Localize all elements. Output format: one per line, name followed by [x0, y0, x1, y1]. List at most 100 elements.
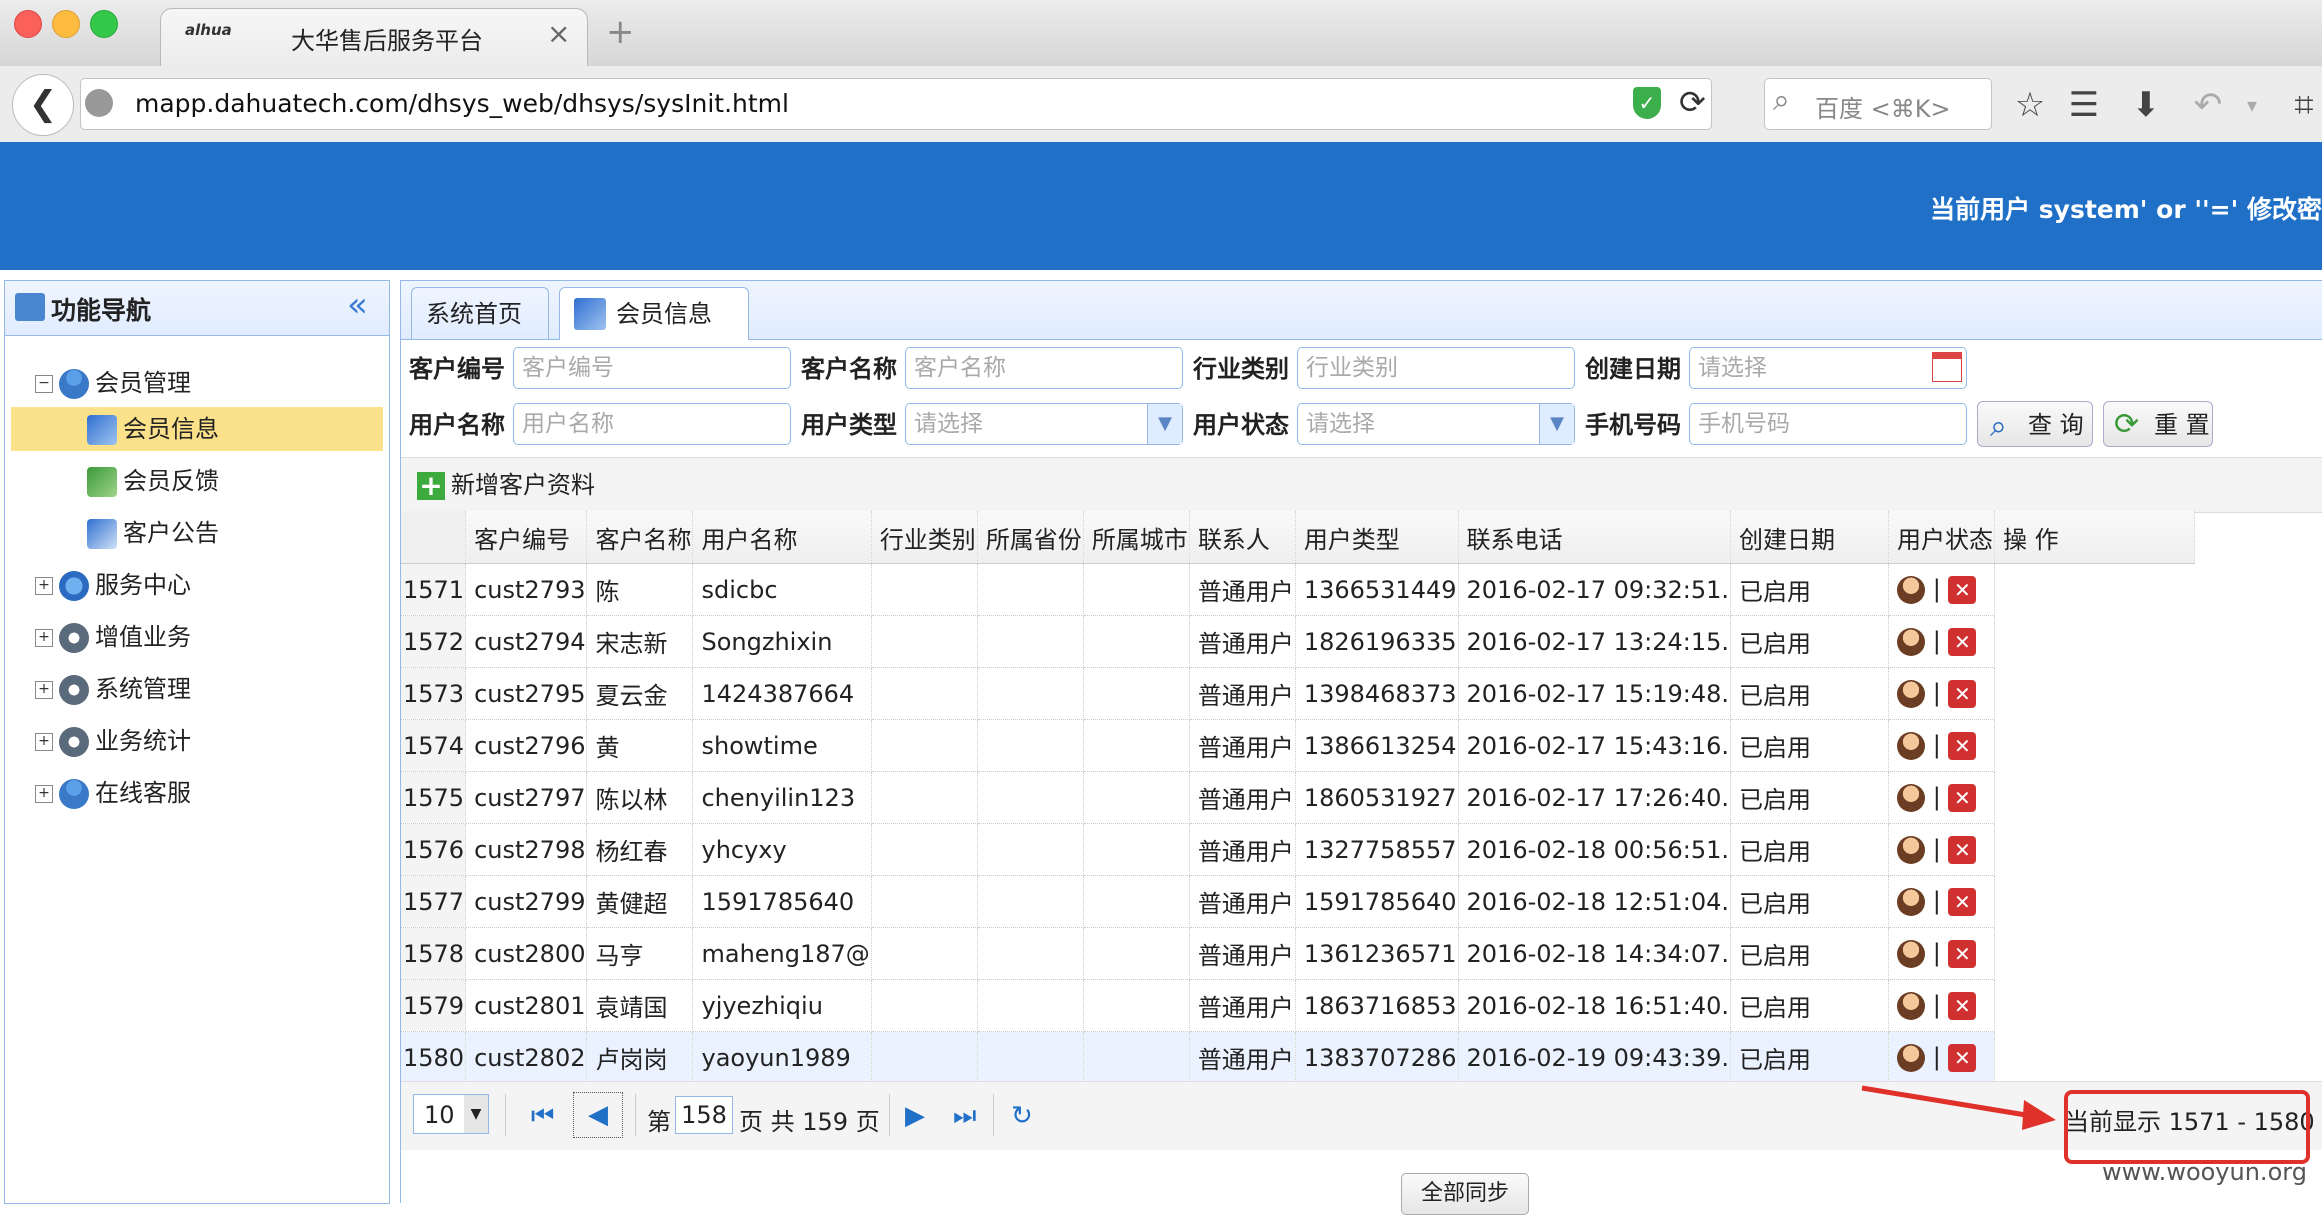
chevron-down-icon[interactable]: ▼	[1539, 404, 1574, 444]
crop-icon[interactable]: ⌗	[2282, 80, 2322, 130]
tab-home[interactable]: 系统首页	[411, 287, 549, 339]
table-row[interactable]: 1571 cust2793 陈 sdicbc 普通用户 1366531449 2016-02…	[401, 563, 2195, 616]
table-row[interactable]: 1572 cust2794 宋志新 Songzhixin 普通用户 1826196335 2…	[401, 615, 2195, 668]
user-status-select[interactable]: 请选择 ▼	[1297, 403, 1575, 445]
nav-item-member-feedback[interactable]: 会员反馈	[87, 459, 219, 503]
chevron-down-icon[interactable]: ▼	[1147, 404, 1182, 444]
delete-icon[interactable]: ✕	[1948, 732, 1977, 760]
nav-item-service-center[interactable]: + 服务中心	[35, 563, 191, 607]
table-row[interactable]: 1573 cust2795 夏云金 1424387664 普通用户 1398468373 2…	[401, 667, 2195, 720]
phone-input[interactable]: 手机号码	[1689, 403, 1967, 445]
delete-icon[interactable]: ✕	[1948, 992, 1977, 1020]
table-cell: 1398468373	[1295, 667, 1459, 720]
edit-user-icon[interactable]	[1897, 680, 1926, 708]
nav-item-member-management[interactable]: − 会员管理	[35, 361, 191, 405]
table-row[interactable]: 1575 cust2797 陈以林 chenyilin123 普通用户 186053192…	[401, 771, 2195, 824]
expand-icon[interactable]: +	[35, 785, 53, 803]
first-page-icon[interactable]: ⏮	[531, 1096, 554, 1136]
table-row[interactable]: 1574 cust2796 黄 showtime 普通用户 1386613254 2016-…	[401, 719, 2195, 772]
delete-icon[interactable]: ✕	[1948, 576, 1977, 604]
column-header[interactable]: 用户类型	[1295, 511, 1459, 564]
nav-item-customer-notice[interactable]: 客户公告	[87, 511, 219, 555]
edit-user-icon[interactable]	[1897, 836, 1926, 864]
user-type-select[interactable]: 请选择 ▼	[905, 403, 1183, 445]
column-header[interactable]: 行业类别	[871, 511, 978, 564]
sync-all-button[interactable]: 全部同步	[1401, 1173, 1529, 1215]
tab-label: 会员信息	[616, 300, 712, 328]
next-page-icon[interactable]: ▶	[905, 1096, 925, 1136]
delete-icon[interactable]: ✕	[1948, 888, 1977, 916]
expand-icon[interactable]: +	[35, 681, 53, 699]
delete-icon[interactable]: ✕	[1948, 940, 1977, 968]
column-header[interactable]: 客户编号	[465, 511, 588, 564]
customer-name-input[interactable]: 客户名称	[905, 347, 1183, 389]
last-page-icon[interactable]: ⏭	[953, 1096, 976, 1136]
table-row[interactable]: 1576 cust2798 杨红春 yhcyxy 普通用户 1327758557 2016-…	[401, 823, 2195, 876]
column-header[interactable]: 所属省份	[977, 511, 1084, 564]
nav-item-value-added[interactable]: + 增值业务	[35, 615, 191, 659]
edit-user-icon[interactable]	[1897, 784, 1926, 812]
edit-user-icon[interactable]	[1897, 940, 1926, 968]
calendar-icon[interactable]	[1932, 352, 1962, 382]
add-customer-button[interactable]: + 新增客户资料	[417, 466, 595, 504]
delete-icon[interactable]: ✕	[1948, 836, 1977, 864]
bookmark-star-icon[interactable]: ☆	[2008, 80, 2052, 130]
column-header[interactable]: 用户名称	[692, 511, 872, 564]
user-name-input[interactable]: 用户名称	[513, 403, 791, 445]
back-button[interactable]: ❮	[12, 74, 74, 136]
delete-icon[interactable]: ✕	[1948, 1044, 1977, 1072]
nav-item-member-info[interactable]: 会员信息	[11, 407, 383, 451]
maximize-window-button[interactable]	[90, 10, 118, 38]
reload-icon[interactable]: ⟳	[1679, 83, 1706, 121]
collapse-panel-icon[interactable]: «	[347, 285, 368, 325]
delete-icon[interactable]: ✕	[1948, 680, 1977, 708]
close-window-button[interactable]	[14, 10, 42, 38]
browser-tab[interactable]: alhua 大华售后服务平台 ×	[160, 8, 588, 67]
edit-user-icon[interactable]	[1897, 628, 1926, 656]
edit-user-icon[interactable]	[1897, 576, 1926, 604]
delete-icon[interactable]: ✕	[1948, 628, 1977, 656]
column-header[interactable]: 所属城市	[1083, 511, 1190, 564]
undo-icon[interactable]: ↶	[2186, 80, 2230, 130]
nav-item-business-stats[interactable]: + 业务统计	[35, 719, 191, 763]
reading-list-icon[interactable]: ☰	[2062, 80, 2106, 130]
table-row[interactable]: 1578 cust2800 马亨 maheng187@ 普通用户 1361236571 20…	[401, 927, 2195, 980]
column-header[interactable]: 用户状态	[1888, 511, 1996, 564]
prev-page-icon[interactable]: ◀	[573, 1092, 623, 1138]
url-bar[interactable]: mapp.dahuatech.com/dhsys_web/dhsys/sysIn…	[80, 78, 1712, 130]
edit-user-icon[interactable]	[1897, 732, 1926, 760]
download-icon[interactable]: ⬇	[2124, 80, 2168, 130]
column-header[interactable]: 联系人	[1189, 511, 1296, 564]
table-row[interactable]: 1579 cust2801 袁靖国 yjyezhiqiu 普通用户 1863716853 2…	[401, 979, 2195, 1032]
edit-user-icon[interactable]	[1897, 992, 1926, 1020]
reset-button[interactable]: ⟳ 重 置	[2103, 401, 2213, 447]
table-row[interactable]: 1577 cust2799 黄健超 1591785640 普通用户 1591785640 2…	[401, 875, 2195, 928]
current-page-input[interactable]: 158	[675, 1096, 733, 1134]
chevron-down-icon[interactable]: ▼	[464, 1095, 488, 1133]
column-header[interactable]: 联系电话	[1458, 511, 1732, 564]
industry-input[interactable]: 行业类别	[1297, 347, 1575, 389]
column-header[interactable]: 客户名称	[586, 511, 694, 564]
shield-check-icon[interactable]: ✓	[1633, 87, 1661, 119]
search-input[interactable]: ⌕ 百度 <⌘K>	[1764, 78, 1992, 130]
edit-user-icon[interactable]	[1897, 1044, 1926, 1072]
edit-user-icon[interactable]	[1897, 888, 1926, 916]
nav-item-online-service[interactable]: + 在线客服	[35, 771, 191, 815]
chevron-down-icon[interactable]: ▾	[2230, 80, 2274, 130]
expand-icon[interactable]: +	[35, 733, 53, 751]
delete-icon[interactable]: ✕	[1948, 784, 1977, 812]
minimize-window-button[interactable]	[52, 10, 80, 38]
new-tab-button[interactable]: +	[606, 12, 635, 52]
query-button[interactable]: ⌕ 查 询	[1977, 401, 2093, 447]
expand-icon[interactable]: +	[35, 629, 53, 647]
customer-no-input[interactable]: 客户编号	[513, 347, 791, 389]
expand-icon[interactable]: +	[35, 577, 53, 595]
tab-close-icon[interactable]: ×	[547, 17, 570, 50]
page-size-select[interactable]: 10 ▼	[413, 1094, 489, 1134]
tab-member-info[interactable]: 会员信息 ×	[559, 287, 749, 380]
collapse-icon[interactable]: −	[35, 375, 53, 393]
column-header[interactable]: 创建日期	[1730, 511, 1890, 564]
nav-item-system-management[interactable]: + 系统管理	[35, 667, 191, 711]
created-date-input[interactable]: 请选择	[1689, 347, 1967, 389]
refresh-icon[interactable]: ↻	[1011, 1096, 1033, 1136]
